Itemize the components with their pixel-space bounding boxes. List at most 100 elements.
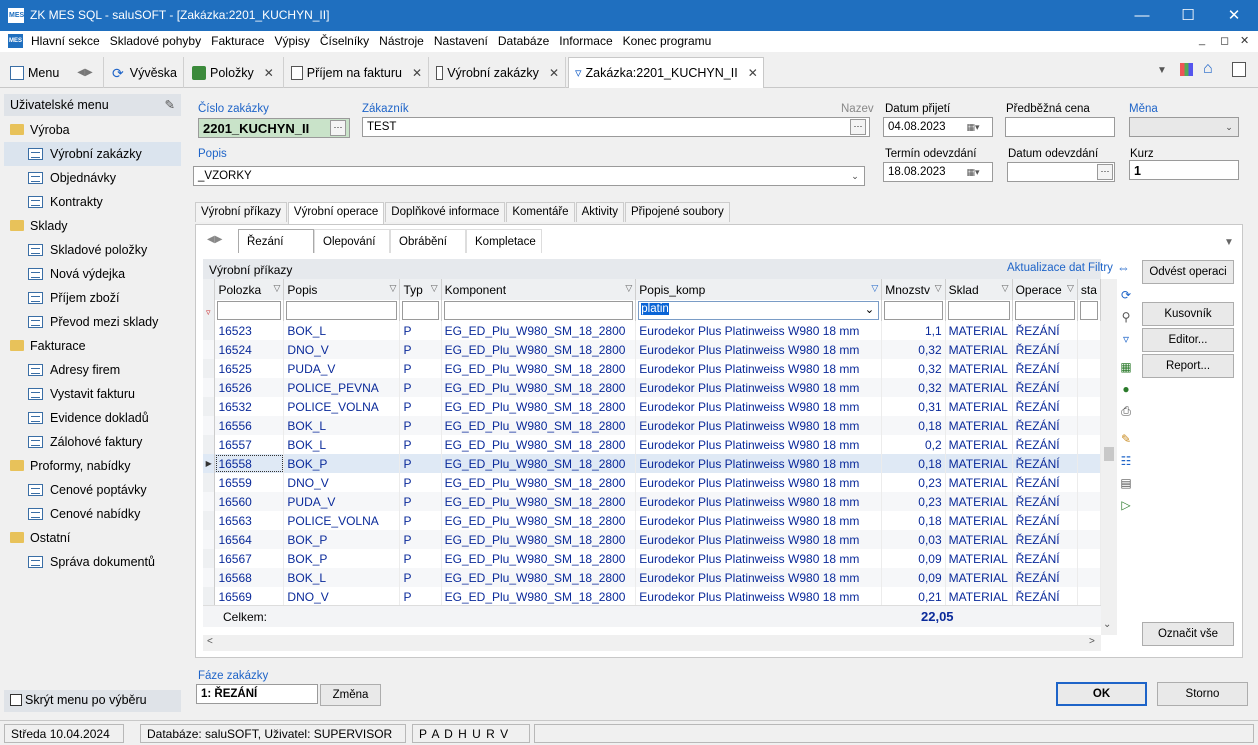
faze-field[interactable]: 1: ŘEZÁNÍ (196, 684, 318, 704)
grid-cell[interactable]: 0,09 (881, 568, 946, 587)
print-icon[interactable]: ⎙ (1118, 403, 1134, 419)
search-icon[interactable]: ⚲ (1118, 309, 1134, 325)
table-row[interactable]: 16524 DNO_V P EG_ED_Plu_W980_SM_18_2800 Euro… (203, 340, 1101, 359)
grid-cell[interactable]: PUDA_V (283, 492, 401, 511)
grid-cell[interactable]: BOK_L (283, 321, 401, 340)
grid-cell[interactable]: EG_ED_Plu_W980_SM_18_2800 (441, 568, 637, 587)
row-indicator[interactable] (203, 416, 216, 435)
grid-cell[interactable]: EG_ED_Plu_W980_SM_18_2800 (441, 473, 637, 492)
grid-cell[interactable]: Eurodekor Plus Platinweiss W980 18 mm (635, 340, 883, 359)
column-header-3[interactable]: Komponent ▽ (441, 279, 637, 300)
column-header-7[interactable]: Operace ▽ (1012, 279, 1078, 300)
menu-item-0[interactable]: Hlavní sekce (31, 34, 100, 48)
row-indicator[interactable] (203, 435, 216, 454)
sidebar-item-12[interactable]: Evidence dokladů (4, 406, 181, 430)
grid-cell[interactable]: P (399, 587, 442, 606)
row-indicator[interactable] (203, 359, 216, 378)
grid-cell[interactable]: Eurodekor Plus Platinweiss W980 18 mm (635, 435, 883, 454)
cislo-ellipsis-button[interactable]: ··· (330, 120, 346, 136)
mdi-restore-icon[interactable]: ◻ (1220, 34, 1229, 47)
chevron-down-icon[interactable]: ⌄ (848, 169, 862, 183)
window-icon[interactable] (1232, 62, 1246, 77)
grid-cell[interactable] (1077, 530, 1101, 549)
grid-cell[interactable]: MATERIAL (945, 587, 1013, 606)
popis-field[interactable]: _VZORKY (193, 166, 865, 186)
grid-cell[interactable]: P (399, 416, 442, 435)
datum-ellipsis-button[interactable]: ··· (1097, 164, 1113, 180)
grid-cell[interactable]: EG_ED_Plu_W980_SM_18_2800 (441, 454, 637, 473)
zakaznik-ellipsis-button[interactable]: ··· (850, 119, 866, 135)
edit-icon[interactable]: ✎ (1118, 431, 1134, 447)
table-row[interactable]: 16557 BOK_L P EG_ED_Plu_W980_SM_18_2800 Euro… (203, 435, 1101, 454)
sidebar-item-18[interactable]: Správa dokumentů (4, 550, 181, 574)
grid-cell[interactable]: PUDA_V (283, 359, 401, 378)
tab-zakazka[interactable]: ▿ Zakázka:2201_KUCHYN_II ✕ (568, 57, 764, 88)
grid-cell[interactable]: MATERIAL (945, 340, 1013, 359)
grid-cell[interactable]: ŘEZÁNÍ (1012, 435, 1078, 454)
tab-prijem[interactable]: Příjem na fakturu ✕ (285, 57, 429, 88)
column-filter-input-3[interactable] (443, 301, 634, 320)
grid-cell[interactable]: 0,18 (881, 416, 946, 435)
report-button[interactable]: Report... (1142, 354, 1234, 378)
grid-cell[interactable]: 16557 (214, 435, 285, 454)
grid-cell[interactable]: MATERIAL (945, 492, 1013, 511)
close-icon[interactable]: ✕ (1211, 0, 1257, 31)
editor-button[interactable]: Editor... (1142, 328, 1234, 352)
scroll-right-icon[interactable]: > (1089, 636, 1095, 647)
column-header-8[interactable]: sta (1077, 279, 1101, 300)
grid-cell[interactable]: MATERIAL (945, 549, 1013, 568)
grid-cell[interactable]: Eurodekor Plus Platinweiss W980 18 mm (635, 511, 883, 530)
menu-item-1[interactable]: Skladové pohyby (110, 34, 201, 48)
grid-cell[interactable]: ŘEZÁNÍ (1012, 321, 1078, 340)
grid-cell[interactable]: P (399, 549, 442, 568)
export-icon[interactable]: ● (1118, 381, 1134, 397)
grid-cell[interactable]: 0,03 (881, 530, 946, 549)
sidebar-item-15[interactable]: Cenové poptávky (4, 478, 181, 502)
close-tab-icon[interactable]: ✕ (264, 66, 274, 80)
menu-item-3[interactable]: Výpisy (274, 34, 309, 48)
grid-cell[interactable]: 16568 (214, 568, 285, 587)
column-filter-input-1[interactable] (286, 301, 398, 320)
column-header-4[interactable]: Popis_komp ▽ (635, 279, 883, 300)
grid-cell[interactable]: ŘEZÁNÍ (1012, 568, 1078, 587)
grid-cell[interactable]: MATERIAL (945, 568, 1013, 587)
sidebar-item-8[interactable]: Převod mezi sklady (4, 310, 181, 334)
grid-cell[interactable]: ŘEZÁNÍ (1012, 416, 1078, 435)
ok-button[interactable]: OK (1056, 682, 1147, 706)
tab-polozky[interactable]: Položky ✕ (186, 57, 284, 88)
table-row[interactable]: 16526 POLICE_PEVNA P EG_ED_Plu_W980_SM_18_2… (203, 378, 1101, 397)
grid-cell[interactable] (1077, 416, 1101, 435)
table-row[interactable]: 16564 BOK_P P EG_ED_Plu_W980_SM_18_2800 Euro… (203, 530, 1101, 549)
grid-cell[interactable]: EG_ED_Plu_W980_SM_18_2800 (441, 340, 637, 359)
grid-cell[interactable]: 16563 (214, 511, 285, 530)
grid-cell[interactable]: P (399, 454, 442, 473)
filter-icon[interactable]: ▿ (1118, 331, 1134, 347)
scroll-down-icon[interactable]: ⌄ (1103, 619, 1111, 630)
grid-cell[interactable]: P (399, 530, 442, 549)
table-row[interactable]: 16563 POLICE_VOLNA P EG_ED_Plu_W980_SM_18_2… (203, 511, 1101, 530)
grid-cell[interactable]: 16524 (214, 340, 285, 359)
grid-cell[interactable]: DNO_V (283, 340, 401, 359)
grid-cell[interactable]: 1,1 (881, 321, 946, 340)
grid-cell[interactable]: ŘEZÁNÍ (1012, 492, 1078, 511)
sidebar-item-17[interactable]: Ostatní (4, 526, 181, 550)
sidebar-item-11[interactable]: Vystavit fakturu (4, 382, 181, 406)
grid-cell[interactable]: P (399, 492, 442, 511)
vertical-scrollbar[interactable]: ⌄ (1101, 279, 1117, 635)
grid-cell[interactable]: 0,21 (881, 587, 946, 606)
grid-cell[interactable]: P (399, 397, 442, 416)
grid-cell[interactable] (1077, 492, 1101, 511)
row-indicator[interactable] (203, 587, 216, 606)
grid-cell[interactable]: MATERIAL (945, 435, 1013, 454)
grid-cell[interactable]: 16564 (214, 530, 285, 549)
oznacit-vse-button[interactable]: Označit vše (1142, 622, 1234, 646)
grid-cell[interactable]: POLICE_PEVNA (283, 378, 401, 397)
menu-item-7[interactable]: Databáze (498, 34, 549, 48)
zakaznik-field[interactable]: TEST (362, 117, 870, 137)
sidebar-item-10[interactable]: Adresy firem (4, 358, 181, 382)
column-filter-icon[interactable]: ▽ (1002, 283, 1009, 294)
mdi-minimize-icon[interactable]: _ (1199, 34, 1205, 46)
column-header-1[interactable]: Popis ▽ (283, 279, 401, 300)
table-row[interactable]: 16559 DNO_V P EG_ED_Plu_W980_SM_18_2800 Euro… (203, 473, 1101, 492)
mdi-close-icon[interactable]: ✕ (1240, 34, 1249, 47)
